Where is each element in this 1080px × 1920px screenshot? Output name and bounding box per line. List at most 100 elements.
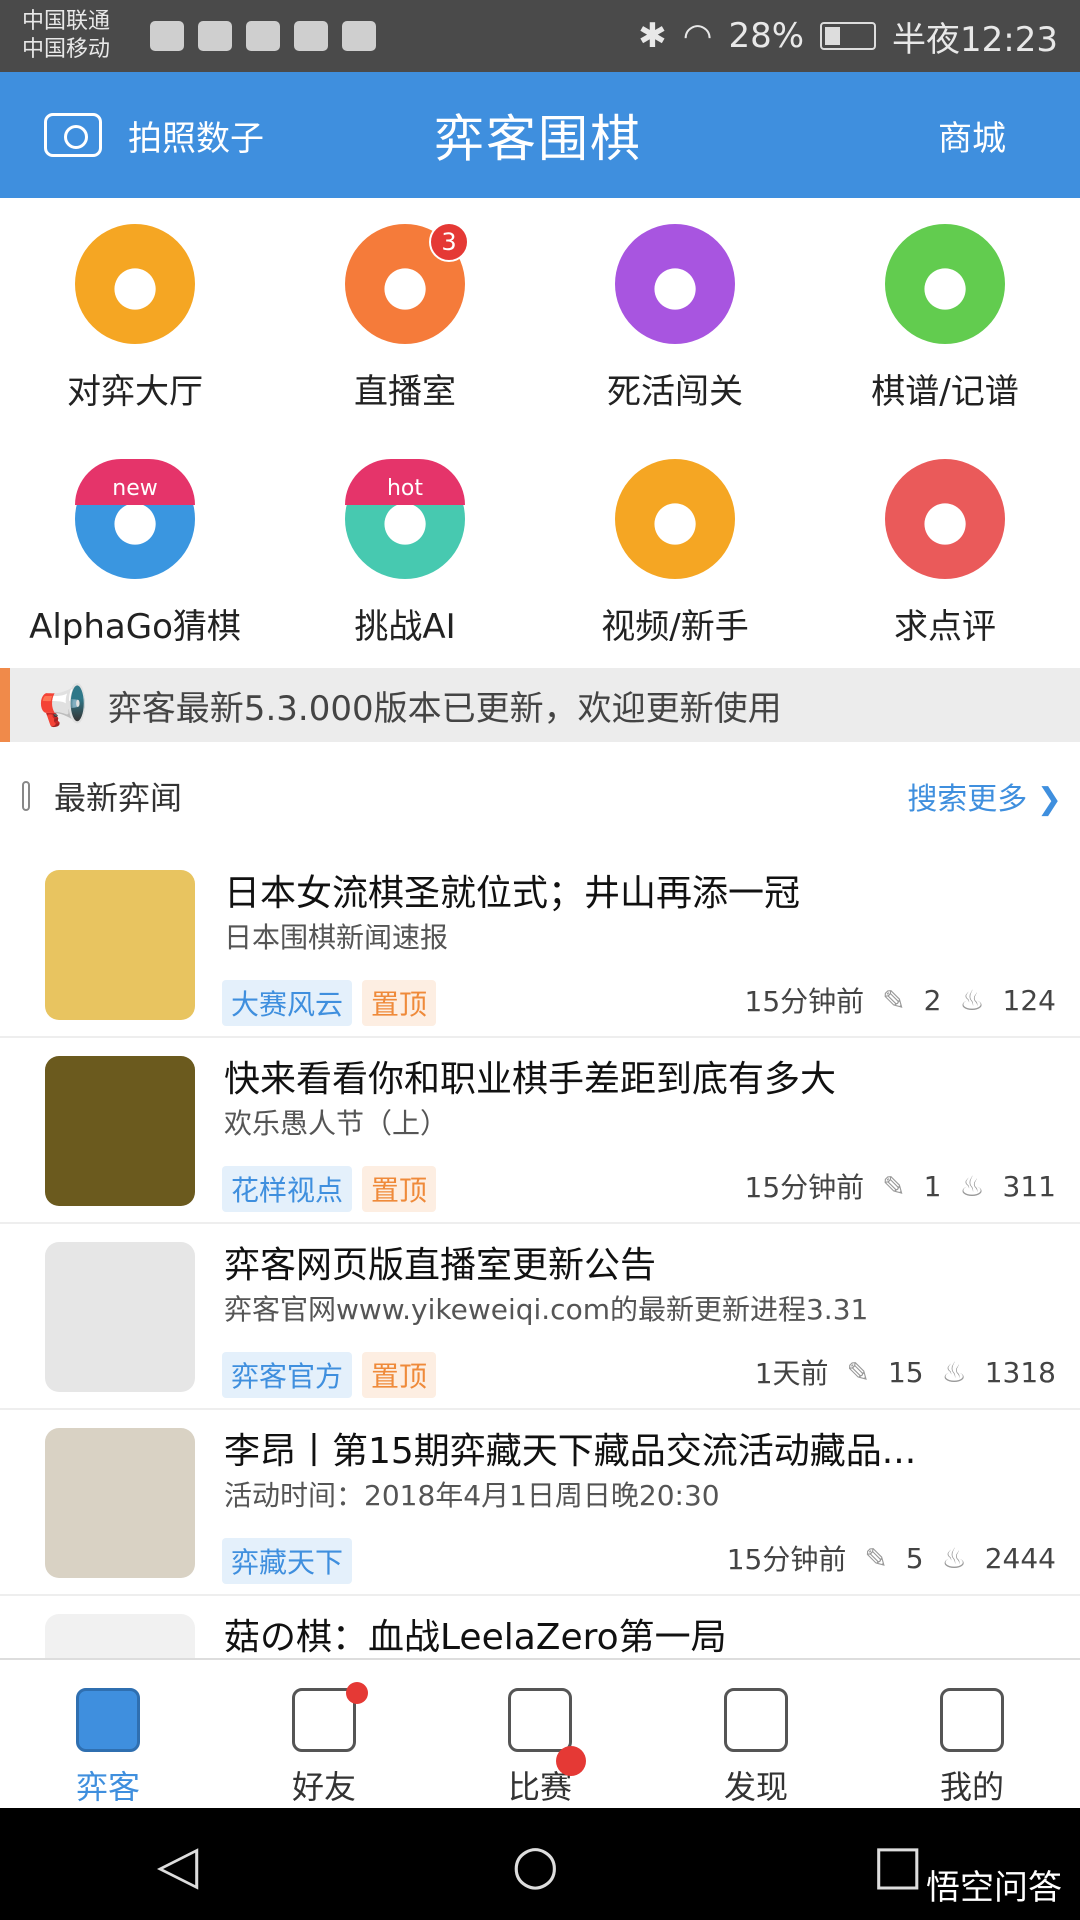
news-tags: 大赛风云 置顶 <box>222 980 437 1026</box>
news-subtitle: 弈客官网www.yikeweiqi.com的最新更新进程3.31 <box>224 1293 869 1326</box>
flame-icon: ♨ <box>959 1169 985 1203</box>
bluetooth-icon: ✱ <box>638 16 667 56</box>
tile-cap-label: hot <box>345 459 465 505</box>
news-subtitle: 活动时间：2018年4月1日周日晚20:30 <box>224 1479 720 1512</box>
video-icon: ● <box>615 459 735 579</box>
news-meta: 1天前 ✎ 15 ♨ 1318 <box>755 1352 1056 1392</box>
feature-tile[interactable]: ● hot 挑战AI <box>270 433 540 668</box>
news-tag[interactable]: 弈客官方 <box>222 1352 353 1398</box>
nav-label: 发现 <box>723 1768 788 1806</box>
feature-label: 视频/新手 <box>601 607 749 647</box>
news-tag[interactable]: 置顶 <box>362 1166 437 1212</box>
feature-tile[interactable]: ● 3 直播室 <box>270 198 540 433</box>
news-tags: 弈客官方 置顶 <box>222 1352 437 1398</box>
count-badge: 3 <box>429 222 469 262</box>
message-icon <box>246 21 280 51</box>
news-item[interactable]: 弈客网页版直播室更新公告 弈客官网www.yikeweiqi.com的最新更新进程… <box>0 1224 1080 1410</box>
news-tag[interactable]: 置顶 <box>362 980 437 1026</box>
shop-button[interactable]: 商城 <box>938 111 1006 160</box>
news-title: 菇の棋：血战LeelaZero第一局 <box>224 1617 727 1658</box>
feature-label: AlphaGo猜棋 <box>29 607 241 647</box>
brush-icon: ✎ <box>882 983 906 1017</box>
section-title: 最新弈闻 <box>54 779 183 817</box>
news-thumbnail <box>45 1242 195 1392</box>
news-subtitle: 日本围棋新闻速报 <box>224 921 449 954</box>
megaphone-icon: 📢 <box>38 682 88 729</box>
hot-count: 124 <box>1002 983 1056 1017</box>
carrier-1: 中国联通 <box>22 9 111 34</box>
mail-icon <box>198 21 232 51</box>
nav-tab[interactable]: 我的 <box>864 1660 1080 1808</box>
news-time: 15分钟前 <box>744 985 865 1018</box>
feature-label: 挑战AI <box>354 607 456 647</box>
ghost-icon: ● <box>615 224 735 344</box>
robot-icon: ● hot <box>345 459 465 579</box>
board-icon: ● <box>885 224 1005 344</box>
battery-icon <box>820 22 877 50</box>
news-title: 日本女流棋圣就位式；井山再添一冠 <box>224 873 801 914</box>
news-thumbnail <box>45 870 195 1020</box>
news-tag[interactable]: 大赛风云 <box>222 980 353 1026</box>
news-title: 快来看看你和职业棋手差距到底有多大 <box>224 1059 837 1100</box>
carrier-2: 中国移动 <box>22 37 111 62</box>
clock: 半夜12:23 <box>892 19 1058 60</box>
nav-tab[interactable]: 比赛 <box>432 1660 648 1808</box>
news-tag[interactable]: 置顶 <box>362 1352 437 1398</box>
comment-count: 1 <box>923 1169 942 1203</box>
news-tags: 花样视点 置顶 <box>222 1166 437 1212</box>
news-tag[interactable]: 弈藏天下 <box>222 1538 353 1584</box>
notice-text: 弈客最新5.3.000版本已更新，欢迎更新使用 <box>107 688 782 729</box>
photo-count-label: 拍照数子 <box>128 118 264 159</box>
unread-dot-icon <box>346 1682 368 1704</box>
back-icon[interactable]: ◁ <box>157 1833 199 1896</box>
nav-tab[interactable]: 发现 <box>648 1660 864 1808</box>
news-time: 15分钟前 <box>726 1543 847 1576</box>
watermark: 悟空问答 <box>926 1868 1062 1908</box>
comment-count: 2 <box>923 983 942 1017</box>
feature-tile[interactable]: ● 对弈大厅 <box>0 198 270 433</box>
section-marker-icon <box>22 781 30 811</box>
flame-icon: ♨ <box>941 1355 967 1389</box>
news-thumbnail <box>45 1428 195 1578</box>
tile-cap-label: new <box>75 459 195 505</box>
home-icon[interactable]: ○ <box>512 1833 559 1896</box>
nav-label: 我的 <box>939 1768 1004 1806</box>
status-right: ✱ ◠ 28% 半夜12:23 <box>638 12 1058 61</box>
feature-tile[interactable]: ● 死活闯关 <box>540 198 810 433</box>
recents-icon[interactable]: □ <box>872 1833 923 1896</box>
feature-tile[interactable]: ● 视频/新手 <box>540 433 810 668</box>
hand-icon: ● <box>75 224 195 344</box>
nav-label: 弈客 <box>75 1768 140 1806</box>
feature-tile[interactable]: ● 求点评 <box>810 433 1080 668</box>
news-item[interactable]: 日本女流棋圣就位式；井山再添一冠 日本围棋新闻速报 大赛风云 置顶 15分钟前 ✎ 2 ♨ 12… <box>0 852 1080 1038</box>
bottom-navigation: 弈客 好友 比赛发现 我的 <box>0 1658 1080 1808</box>
feature-tile[interactable]: ● 棋谱/记谱 <box>810 198 1080 433</box>
comment-count: 5 <box>905 1541 924 1575</box>
search-more-link[interactable]: 搜索更多 ❯ <box>907 774 1062 818</box>
bookmark-icon <box>76 1688 140 1752</box>
flame-icon: ♨ <box>941 1541 967 1575</box>
camera-icon: ● 3 <box>345 222 469 344</box>
photo-count-button[interactable]: 拍照数子 <box>44 111 374 160</box>
news-tag[interactable]: 花样视点 <box>222 1166 353 1212</box>
camera-icon <box>44 113 102 157</box>
nav-tab[interactable]: 弈客 <box>0 1660 216 1808</box>
battery-percent: 28% <box>728 16 805 56</box>
feature-tile[interactable]: ● new AlphaGo猜棋 <box>0 433 270 668</box>
news-item[interactable]: 快来看看你和职业棋手差距到底有多大 欢乐愚人节（上） 花样视点 置顶 15分钟前 ✎ 1 ♨ 3… <box>0 1038 1080 1224</box>
app-header: 拍照数子 弈客围棋 商城 <box>0 72 1080 198</box>
nav-tab[interactable]: 好友 <box>216 1660 432 1808</box>
brush-icon: ✎ <box>846 1355 870 1389</box>
alphago-icon: ● new <box>75 459 195 579</box>
app-icon <box>342 21 376 51</box>
news-item[interactable]: 李昂丨第15期弈藏天下藏品交流活动藏品... 活动时间：2018年4月1日周日晚2… <box>0 1410 1080 1596</box>
news-subtitle: 欢乐愚人节（上） <box>224 1107 449 1140</box>
app-icon <box>294 21 328 51</box>
feature-label: 对弈大厅 <box>67 372 203 412</box>
hot-count: 311 <box>1002 1169 1056 1203</box>
status-bar: 中国联通 中国移动 ✱ ◠ 28% 半夜12:23 <box>0 0 1080 72</box>
update-notice[interactable]: 📢 弈客最新5.3.000版本已更新，欢迎更新使用 <box>0 668 1080 742</box>
news-title: 李昂丨第15期弈藏天下藏品交流活动藏品... <box>224 1431 917 1472</box>
hot-count: 2444 <box>984 1541 1056 1575</box>
feature-label: 求点评 <box>894 607 996 647</box>
